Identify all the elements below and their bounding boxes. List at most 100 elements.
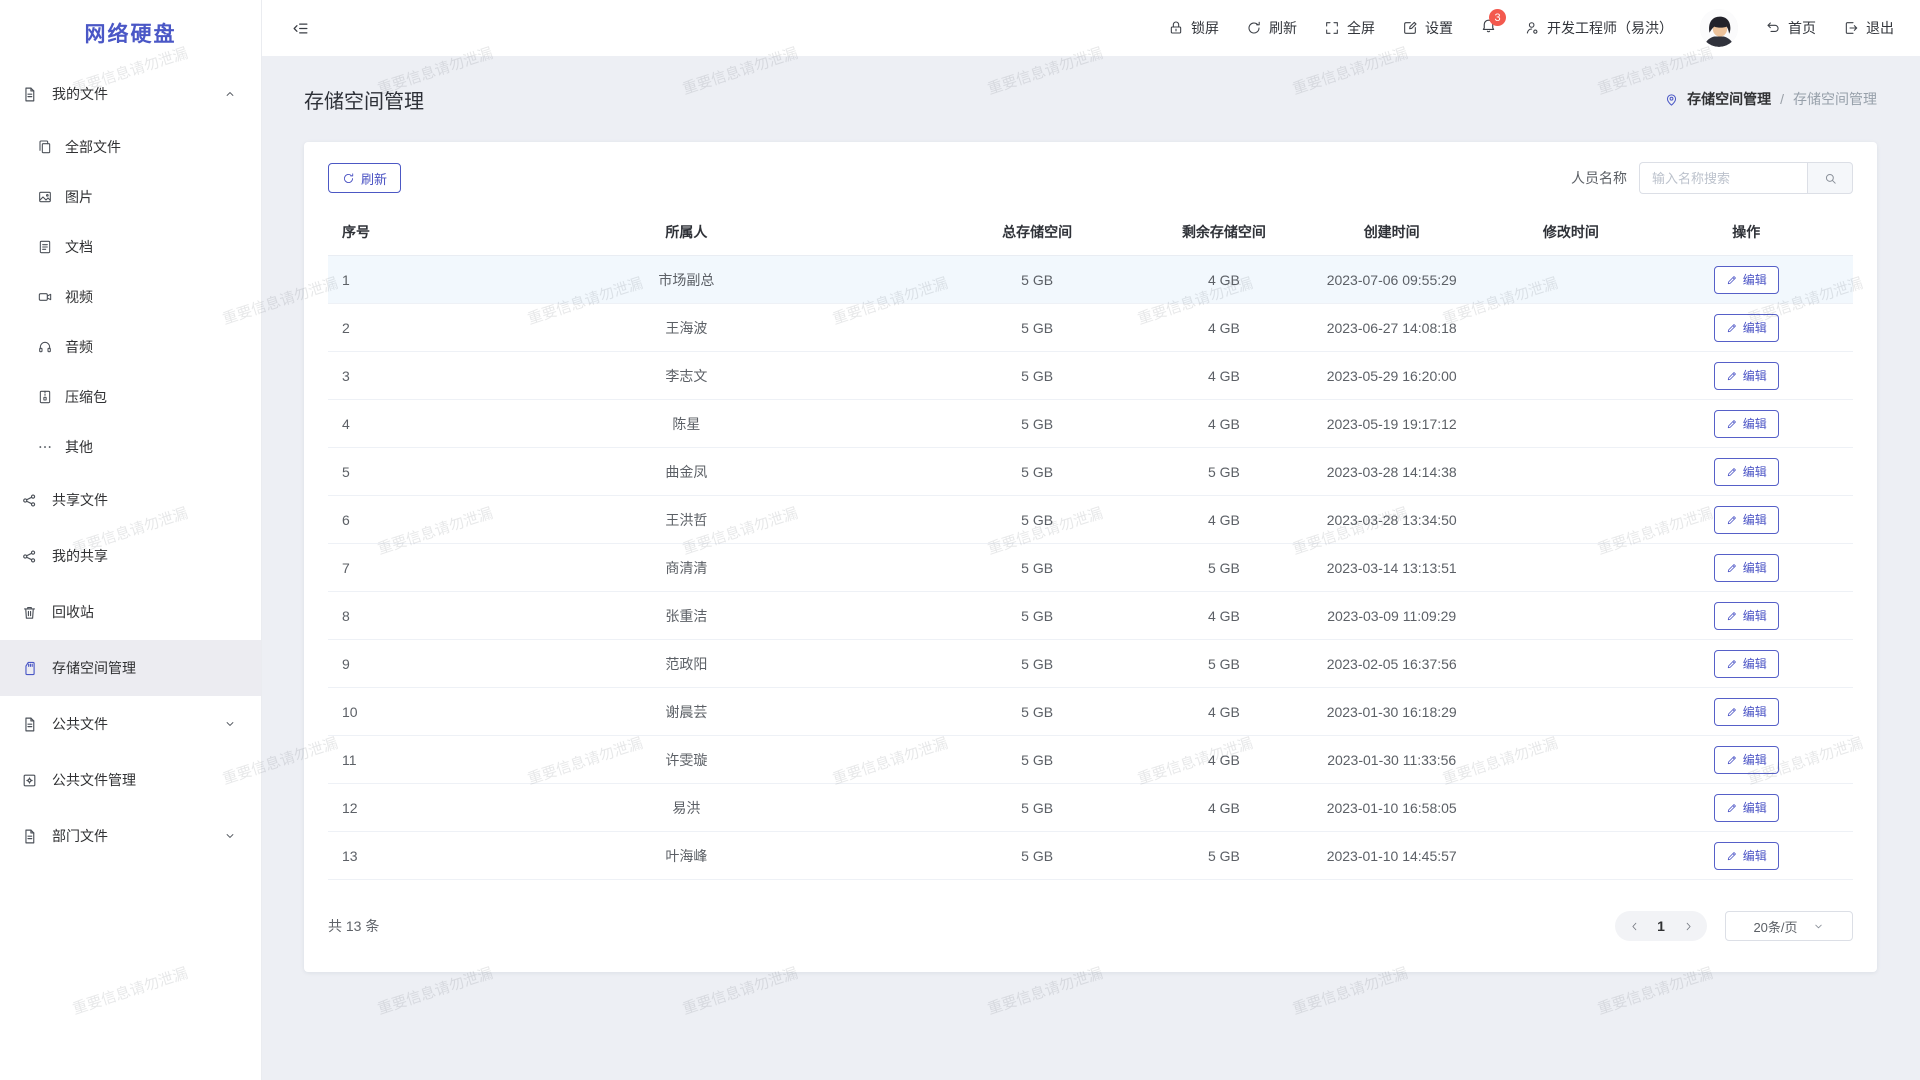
edit-button-label: 编辑 bbox=[1743, 799, 1767, 816]
ellipsis-icon bbox=[37, 439, 53, 455]
settings-label: 设置 bbox=[1425, 18, 1453, 38]
sidebar-item-2[interactable]: 图片 bbox=[0, 172, 261, 222]
cell-modified bbox=[1502, 736, 1639, 784]
sidebar-item-0[interactable]: 我的文件 bbox=[0, 66, 261, 122]
sidebar-item-8[interactable]: 共享文件 bbox=[0, 472, 261, 528]
refresh-button[interactable]: 刷新 bbox=[1246, 18, 1297, 38]
edit-button[interactable]: 编辑 bbox=[1714, 602, 1779, 630]
edit-button-label: 编辑 bbox=[1743, 415, 1767, 432]
sidebar-item-10[interactable]: 回收站 bbox=[0, 584, 261, 640]
cell-created: 2023-01-10 14:45:57 bbox=[1281, 832, 1502, 880]
edit-button-label: 编辑 bbox=[1743, 319, 1767, 336]
sidebar-item-13[interactable]: 公共文件管理 bbox=[0, 752, 261, 808]
sidebar-item-label: 压缩包 bbox=[65, 387, 107, 407]
fullscreen-button[interactable]: 全屏 bbox=[1324, 18, 1375, 38]
cell-free: 4 GB bbox=[1167, 736, 1281, 784]
next-page-button[interactable] bbox=[1675, 911, 1701, 941]
pencil-icon bbox=[1726, 274, 1738, 286]
column-header: 总存储空间 bbox=[908, 210, 1167, 256]
cell-free: 5 GB bbox=[1167, 832, 1281, 880]
sidebar-item-1[interactable]: 全部文件 bbox=[0, 122, 261, 172]
sidebar-item-11[interactable]: 存储空间管理 bbox=[0, 640, 261, 696]
home-button[interactable]: 首页 bbox=[1765, 18, 1816, 38]
table-row: 12易洪5 GB4 GB2023-01-10 16:58:05编辑 bbox=[328, 784, 1853, 832]
pencil-icon bbox=[1726, 370, 1738, 382]
sidebar-item-5[interactable]: 音频 bbox=[0, 322, 261, 372]
settings-button[interactable]: 设置 bbox=[1402, 18, 1453, 38]
cell-no: 1 bbox=[328, 256, 465, 304]
edit-button[interactable]: 编辑 bbox=[1714, 698, 1779, 726]
breadcrumb-item-root[interactable]: 存储空间管理 bbox=[1687, 89, 1771, 109]
sidebar-item-9[interactable]: 我的共享 bbox=[0, 528, 261, 584]
search-input[interactable] bbox=[1639, 162, 1807, 194]
storage-table: 序号所属人总存储空间剩余存储空间创建时间修改时间操作 1市场副总5 GB4 GB… bbox=[328, 210, 1853, 880]
cell-free: 4 GB bbox=[1167, 688, 1281, 736]
edit-button[interactable]: 编辑 bbox=[1714, 650, 1779, 678]
breadcrumb-separator: / bbox=[1780, 91, 1784, 107]
sidebar-item-label: 图片 bbox=[65, 187, 93, 207]
notifications-button[interactable]: 3 bbox=[1480, 17, 1497, 39]
table-refresh-button[interactable]: 刷新 bbox=[328, 163, 401, 193]
avatar[interactable] bbox=[1700, 9, 1738, 47]
search-group: 人员名称 bbox=[1571, 162, 1853, 194]
edit-button[interactable]: 编辑 bbox=[1714, 554, 1779, 582]
cell-free: 4 GB bbox=[1167, 592, 1281, 640]
lock-screen-button[interactable]: 锁屏 bbox=[1168, 18, 1219, 38]
table-row: 13叶海峰5 GB5 GB2023-01-10 14:45:57编辑 bbox=[328, 832, 1853, 880]
search-button[interactable] bbox=[1807, 162, 1853, 194]
column-header: 操作 bbox=[1640, 210, 1854, 256]
table-row: 2王海波5 GB4 GB2023-06-27 14:08:18编辑 bbox=[328, 304, 1853, 352]
edit-button[interactable]: 编辑 bbox=[1714, 506, 1779, 534]
sidebar-item-4[interactable]: 视频 bbox=[0, 272, 261, 322]
page-size-select[interactable]: 20条/页 bbox=[1725, 911, 1853, 941]
pencil-icon bbox=[1726, 466, 1738, 478]
edit-button[interactable]: 编辑 bbox=[1714, 794, 1779, 822]
table-row: 1市场副总5 GB4 GB2023-07-06 09:55:29编辑 bbox=[328, 256, 1853, 304]
cell-total: 5 GB bbox=[908, 496, 1167, 544]
menu-fold-icon[interactable] bbox=[291, 19, 310, 38]
sidebar-item-12[interactable]: 公共文件 bbox=[0, 696, 261, 752]
user-menu[interactable]: 开发工程师（易洪） bbox=[1524, 18, 1673, 38]
prev-page-button[interactable] bbox=[1621, 911, 1647, 941]
current-page[interactable]: 1 bbox=[1647, 918, 1675, 934]
cell-owner: 叶海峰 bbox=[465, 832, 907, 880]
cell-no: 4 bbox=[328, 400, 465, 448]
exit-icon bbox=[1843, 20, 1859, 36]
cell-no: 13 bbox=[328, 832, 465, 880]
sidebar-item-3[interactable]: 文档 bbox=[0, 222, 261, 272]
cell-actions: 编辑 bbox=[1640, 352, 1854, 400]
pencil-icon bbox=[1726, 418, 1738, 430]
cell-no: 10 bbox=[328, 688, 465, 736]
pencil-icon bbox=[1726, 802, 1738, 814]
cell-created: 2023-02-05 16:37:56 bbox=[1281, 640, 1502, 688]
cell-owner: 王海波 bbox=[465, 304, 907, 352]
edit-button[interactable]: 编辑 bbox=[1714, 842, 1779, 870]
logout-button[interactable]: 退出 bbox=[1843, 18, 1894, 38]
edit-button[interactable]: 编辑 bbox=[1714, 410, 1779, 438]
cell-modified bbox=[1502, 304, 1639, 352]
sidebar-item-label: 公共文件管理 bbox=[52, 770, 136, 790]
cell-total: 5 GB bbox=[908, 256, 1167, 304]
cell-total: 5 GB bbox=[908, 640, 1167, 688]
cell-modified bbox=[1502, 688, 1639, 736]
edit-button[interactable]: 编辑 bbox=[1714, 458, 1779, 486]
notification-badge: 3 bbox=[1489, 9, 1506, 26]
refresh-icon bbox=[342, 172, 355, 185]
edit-button[interactable]: 编辑 bbox=[1714, 314, 1779, 342]
cell-actions: 编辑 bbox=[1640, 496, 1854, 544]
edit-button[interactable]: 编辑 bbox=[1714, 266, 1779, 294]
column-header: 所属人 bbox=[465, 210, 907, 256]
sidebar-item-6[interactable]: 压缩包 bbox=[0, 372, 261, 422]
edit-button[interactable]: 编辑 bbox=[1714, 746, 1779, 774]
edit-button-label: 编辑 bbox=[1743, 607, 1767, 624]
cell-free: 4 GB bbox=[1167, 496, 1281, 544]
topbar: 锁屏 刷新 全屏 设置 3 开发工程师（易洪） bbox=[262, 0, 1920, 56]
image-icon bbox=[37, 189, 53, 205]
edit-button[interactable]: 编辑 bbox=[1714, 362, 1779, 390]
cell-free: 4 GB bbox=[1167, 400, 1281, 448]
cell-free: 4 GB bbox=[1167, 304, 1281, 352]
cell-owner: 市场副总 bbox=[465, 256, 907, 304]
sidebar-item-7[interactable]: 其他 bbox=[0, 422, 261, 472]
files-icon bbox=[37, 139, 53, 155]
sidebar-item-14[interactable]: 部门文件 bbox=[0, 808, 261, 864]
